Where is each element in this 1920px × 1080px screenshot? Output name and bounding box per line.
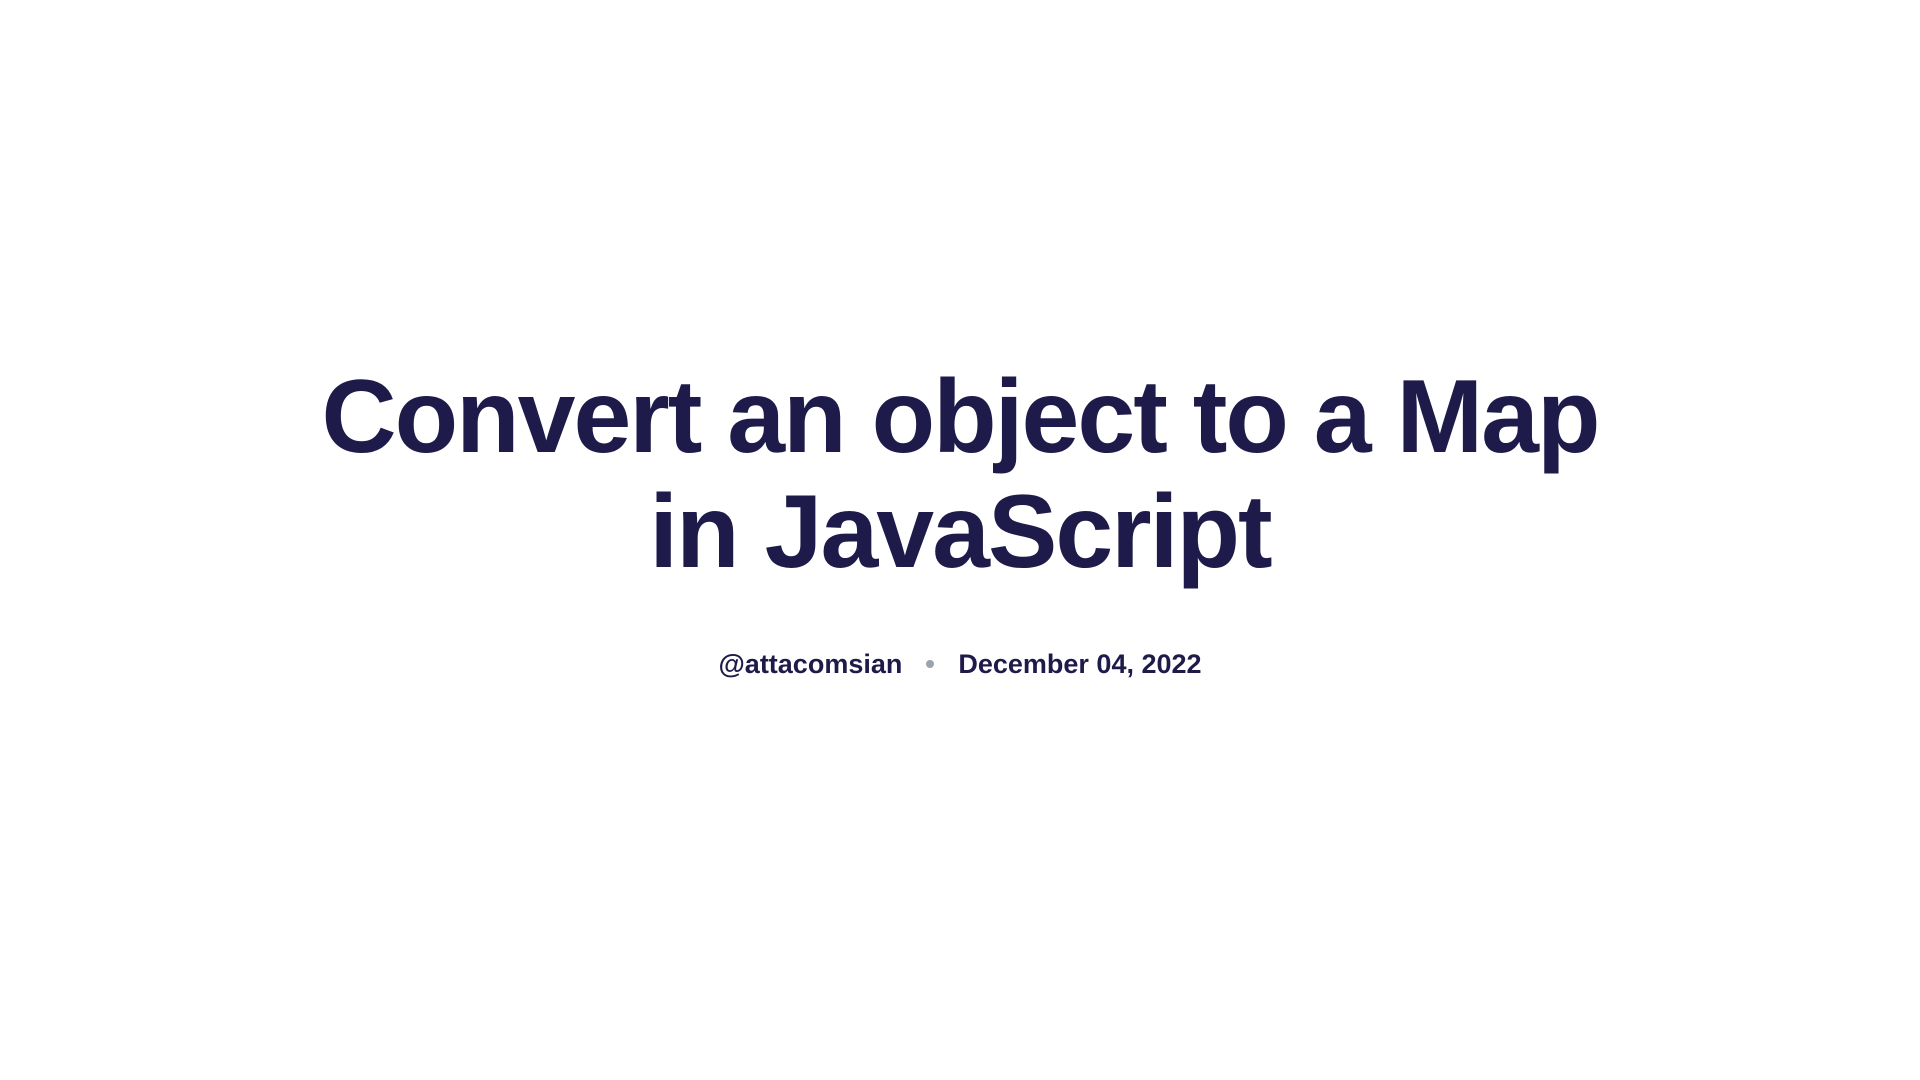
publish-date: December 04, 2022 <box>958 649 1201 680</box>
author-handle: @attacomsian <box>718 649 902 680</box>
dot-separator-icon <box>926 660 934 668</box>
page-title: Convert an object to a Map in JavaScript <box>310 360 1610 589</box>
meta-row: @attacomsian December 04, 2022 <box>718 649 1201 680</box>
document-container: Convert an object to a Map in JavaScript… <box>310 360 1610 680</box>
